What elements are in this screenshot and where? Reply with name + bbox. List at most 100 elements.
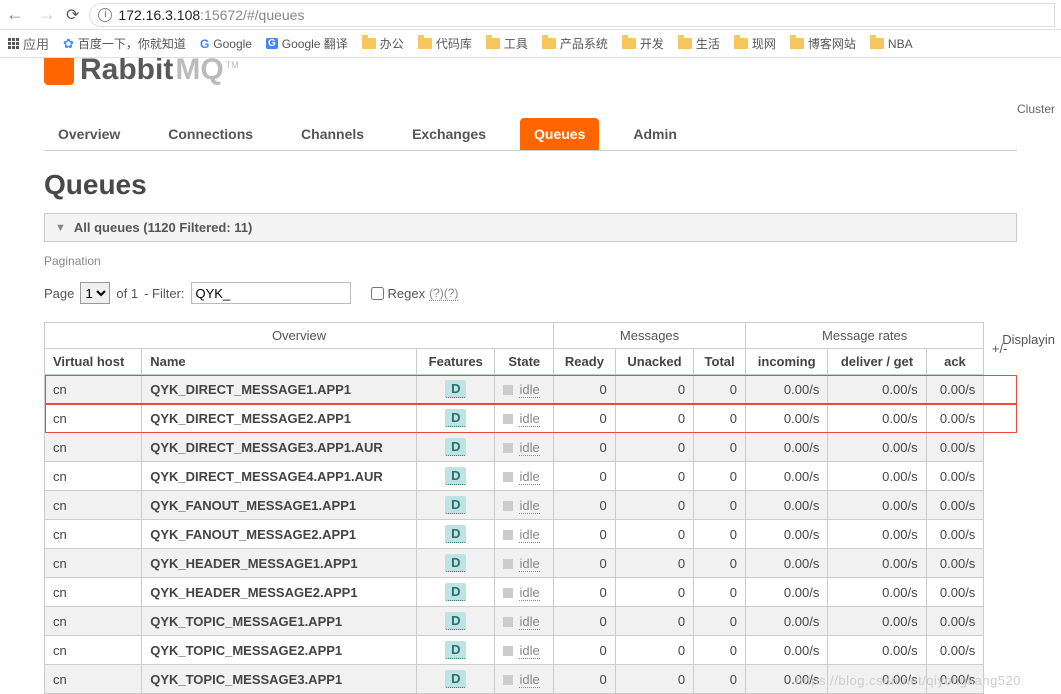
col-group: Messages [554, 323, 746, 349]
bookmark-item[interactable]: 工具 [486, 35, 528, 52]
cell-vhost: cn [45, 665, 142, 694]
cell-queue-name[interactable]: QYK_DIRECT_MESSAGE4.APP1.AUR [142, 462, 417, 491]
bookmark-item[interactable]: 现网 [734, 35, 776, 52]
bookmark-item[interactable]: 产品系统 [542, 35, 608, 52]
cell-queue-name[interactable]: QYK_HEADER_MESSAGE1.APP1 [142, 549, 417, 578]
folder-icon [870, 38, 884, 49]
durable-badge: D [445, 641, 466, 659]
cell-incoming: 0.00/s [746, 404, 828, 433]
bookmark-item[interactable]: 生活 [678, 35, 720, 52]
filter-input[interactable] [191, 282, 351, 304]
cell-queue-name[interactable]: QYK_DIRECT_MESSAGE2.APP1 [142, 404, 417, 433]
cell-queue-name[interactable]: QYK_TOPIC_MESSAGE2.APP1 [142, 636, 417, 665]
tab-overview[interactable]: Overview [44, 118, 134, 150]
add-remove-columns[interactable]: +/- [984, 323, 1017, 375]
col-header[interactable]: Total [694, 349, 746, 375]
cell-ready: 0 [554, 520, 616, 549]
col-header[interactable]: ack [926, 349, 984, 375]
cell-features: D [417, 607, 495, 636]
tab-admin[interactable]: Admin [619, 118, 691, 150]
pager-row: Page 1 of 1 - Filter: Regex (?)(?) [44, 282, 1017, 304]
folder-icon [418, 38, 432, 49]
bookmark-item[interactable]: GGoogle [200, 37, 252, 51]
table-row[interactable]: cnQYK_FANOUT_MESSAGE2.APP1Didle0000.00/s… [45, 520, 1018, 549]
cell-ready: 0 [554, 607, 616, 636]
reload-icon[interactable]: ⟳ [66, 5, 79, 25]
bookmark-item[interactable]: ✿百度一下，你就知道 [63, 35, 186, 52]
bookmark-item[interactable]: GGoogle 翻译 [266, 35, 348, 52]
bookmark-item[interactable]: NBA [870, 37, 913, 51]
address-bar[interactable]: i 172.16.3.108:15672/#/queues [89, 3, 1055, 27]
cell-queue-name[interactable]: QYK_DIRECT_MESSAGE3.APP1.AUR [142, 433, 417, 462]
folder-icon [790, 38, 804, 49]
cell-ack: 0.00/s [926, 665, 984, 694]
table-row[interactable]: cnQYK_DIRECT_MESSAGE2.APP1Didle0000.00/s… [45, 404, 1018, 433]
col-header[interactable]: State [495, 349, 554, 375]
cell-total: 0 [694, 520, 746, 549]
section-all-queues[interactable]: ▼ All queues (1120 Filtered: 11) [44, 213, 1017, 242]
cell-total: 0 [694, 404, 746, 433]
regex-hint[interactable]: (?)(?) [429, 286, 458, 301]
cell-queue-name[interactable]: QYK_DIRECT_MESSAGE1.APP1 [142, 375, 417, 404]
col-header[interactable]: Ready [554, 349, 616, 375]
cell-incoming: 0.00/s [746, 433, 828, 462]
table-row[interactable]: cnQYK_TOPIC_MESSAGE1.APP1Didle0000.00/s0… [45, 607, 1018, 636]
forward-icon[interactable]: → [38, 4, 56, 25]
cell-queue-name[interactable]: QYK_FANOUT_MESSAGE2.APP1 [142, 520, 417, 549]
cell-queue-name[interactable]: QYK_FANOUT_MESSAGE1.APP1 [142, 491, 417, 520]
state-dot-icon [503, 530, 513, 540]
col-header[interactable]: incoming [746, 349, 828, 375]
cell-ready: 0 [554, 578, 616, 607]
bookmark-item[interactable]: 办公 [362, 35, 404, 52]
cell-state: idle [495, 549, 554, 578]
cell-features: D [417, 665, 495, 694]
cell-features: D [417, 636, 495, 665]
table-row[interactable]: cnQYK_DIRECT_MESSAGE1.APP1Didle0000.00/s… [45, 375, 1018, 404]
col-header[interactable]: Features [417, 349, 495, 375]
tab-queues[interactable]: Queues [520, 118, 599, 150]
bookmark-item[interactable]: 代码库 [418, 35, 472, 52]
cell-total: 0 [694, 491, 746, 520]
table-row[interactable]: cnQYK_HEADER_MESSAGE2.APP1Didle0000.00/s… [45, 578, 1018, 607]
cell-queue-name[interactable]: QYK_HEADER_MESSAGE2.APP1 [142, 578, 417, 607]
col-header[interactable]: Name [142, 349, 417, 375]
tab-connections[interactable]: Connections [154, 118, 267, 150]
cell-features: D [417, 520, 495, 549]
cell-queue-name[interactable]: QYK_TOPIC_MESSAGE1.APP1 [142, 607, 417, 636]
table-row[interactable]: cnQYK_HEADER_MESSAGE1.APP1Didle0000.00/s… [45, 549, 1018, 578]
cell-total: 0 [694, 375, 746, 404]
cell-total: 0 [694, 549, 746, 578]
cell-features: D [417, 404, 495, 433]
regex-checkbox[interactable] [371, 287, 384, 300]
page-label: Page [44, 286, 74, 301]
page-select[interactable]: 1 [80, 282, 110, 304]
cell-queue-name[interactable]: QYK_TOPIC_MESSAGE3.APP1 [142, 665, 417, 694]
tab-exchanges[interactable]: Exchanges [398, 118, 500, 150]
state-dot-icon [503, 617, 513, 627]
back-icon[interactable]: ← [6, 4, 24, 25]
site-info-icon[interactable]: i [98, 8, 112, 22]
cell-vhost: cn [45, 491, 142, 520]
table-row[interactable]: cnQYK_TOPIC_MESSAGE3.APP1Didle0000.00/s0… [45, 665, 1018, 694]
table-row[interactable]: cnQYK_DIRECT_MESSAGE3.APP1.AURDidle0000.… [45, 433, 1018, 462]
cell-state: idle [495, 433, 554, 462]
col-header[interactable]: Unacked [615, 349, 693, 375]
table-row[interactable]: cnQYK_FANOUT_MESSAGE1.APP1Didle0000.00/s… [45, 491, 1018, 520]
table-row[interactable]: cnQYK_DIRECT_MESSAGE4.APP1.AURDidle0000.… [45, 462, 1018, 491]
col-header[interactable]: deliver / get [828, 349, 926, 375]
col-header[interactable]: Virtual host [45, 349, 142, 375]
cell-deliver-get: 0.00/s [828, 607, 926, 636]
cell-ack: 0.00/s [926, 578, 984, 607]
durable-badge: D [445, 583, 466, 601]
table-row[interactable]: cnQYK_TOPIC_MESSAGE2.APP1Didle0000.00/s0… [45, 636, 1018, 665]
bookmark-item[interactable]: 博客网站 [790, 35, 856, 52]
cell-deliver-get: 0.00/s [828, 433, 926, 462]
durable-badge: D [445, 525, 466, 543]
bookmark-item[interactable]: 开发 [622, 35, 664, 52]
cell-vhost: cn [45, 607, 142, 636]
tab-channels[interactable]: Channels [287, 118, 378, 150]
folder-icon [542, 38, 556, 49]
col-group: Message rates [746, 323, 984, 349]
apps-button[interactable]: 应用 [8, 34, 49, 53]
folder-icon [486, 38, 500, 49]
